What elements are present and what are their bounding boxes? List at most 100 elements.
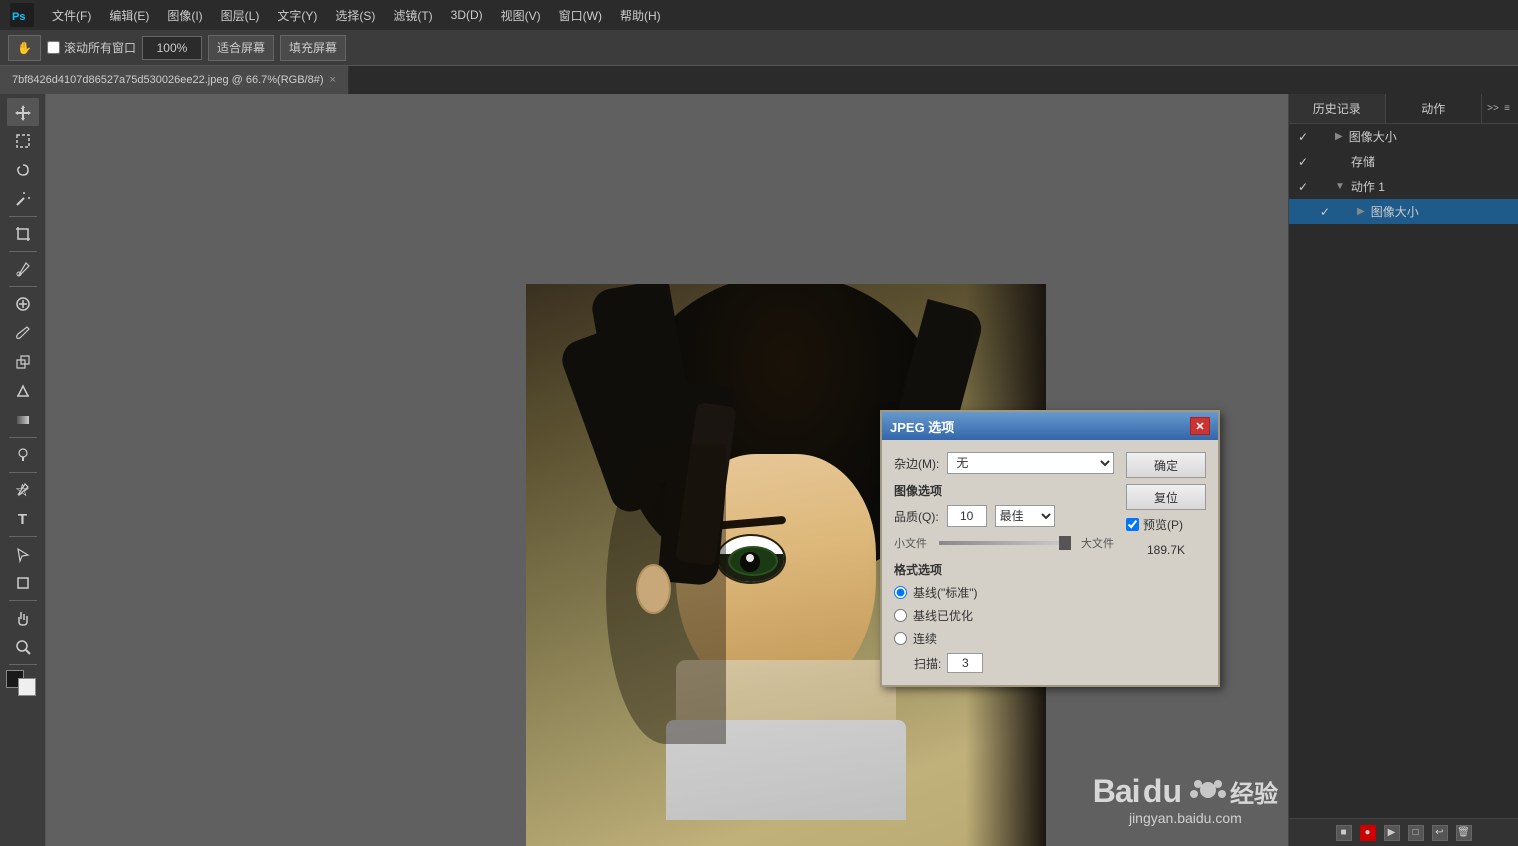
history-check-1: ✓ <box>1297 131 1309 143</box>
dialog-close-button[interactable]: ✕ <box>1190 417 1210 435</box>
history-label-3: 动作 1 <box>1351 178 1385 195</box>
fit-screen-button[interactable]: 适合屏幕 <box>208 35 274 61</box>
tool-separator-2 <box>9 251 37 252</box>
panel-menu-btn[interactable]: ≡ <box>1500 102 1514 116</box>
history-check-2: ✓ <box>1297 156 1309 168</box>
history-arrow-3: ▼ <box>1335 181 1345 192</box>
history-tab[interactable]: 历史记录 <box>1289 94 1386 123</box>
tab-bar: 7bf8426d4107d86527a75d530026ee22.jpeg @ … <box>0 66 1518 94</box>
scan-input[interactable] <box>947 653 983 673</box>
actions-tab[interactable]: 动作 <box>1386 94 1483 123</box>
menu-select[interactable]: 选择(S) <box>327 3 383 28</box>
quality-input[interactable] <box>947 505 987 527</box>
tool-separator-6 <box>9 536 37 537</box>
menu-3d[interactable]: 3D(D) <box>443 4 491 26</box>
ok-button[interactable]: 确定 <box>1126 452 1206 478</box>
tool-eraser[interactable] <box>7 377 39 405</box>
menu-window[interactable]: 窗口(W) <box>551 3 610 28</box>
document-tab[interactable]: 7bf8426d4107d86527a75d530026ee22.jpeg @ … <box>0 66 349 94</box>
tab-filename: 7bf8426d4107d86527a75d530026ee22.jpeg @ … <box>12 74 323 86</box>
image-options-title: 图像选项 <box>894 482 1114 499</box>
history-item-image-size-1[interactable]: ✓ ▶ 图像大小 <box>1289 124 1518 149</box>
radio-baseline-std-label: 基线("标准") <box>913 584 978 601</box>
tool-zoom[interactable] <box>7 633 39 661</box>
panel-expand-btn[interactable]: >> <box>1486 102 1500 116</box>
tool-path-select[interactable] <box>7 540 39 568</box>
preview-label: 预览(P) <box>1143 516 1183 533</box>
scroll-label: 滚动所有窗口 <box>64 39 136 56</box>
tool-brush[interactable] <box>7 319 39 347</box>
actions-footer: ■ ● ▶ □ ↩ 🗑 <box>1289 818 1518 846</box>
actions-play-btn[interactable]: ▶ <box>1384 825 1400 841</box>
actions-new-action-btn[interactable]: ↩ <box>1432 825 1448 841</box>
actions-record-btn[interactable]: ● <box>1360 825 1376 841</box>
dialog-right-panel: 确定 复位 预览(P) 189.7K <box>1126 452 1206 673</box>
tool-hand[interactable] <box>7 604 39 632</box>
tool-clone[interactable] <box>7 348 39 376</box>
radio-baseline-std[interactable] <box>894 586 907 599</box>
history-item-save[interactable]: ✓ 存储 <box>1289 149 1518 174</box>
zoom-level-display: 100% <box>142 36 202 60</box>
small-file-label: 小文件 <box>894 535 927 551</box>
menu-file[interactable]: 文件(F) <box>44 3 99 28</box>
toolbar-hand-icon[interactable]: ✋ <box>8 35 41 61</box>
color-boxes[interactable] <box>6 670 40 700</box>
menu-view[interactable]: 视图(V) <box>493 3 549 28</box>
format-options-title: 格式选项 <box>894 561 1114 578</box>
quality-slider-track[interactable] <box>939 541 1069 545</box>
radio-progressive[interactable] <box>894 632 907 645</box>
matte-select[interactable]: 无 <box>947 452 1114 474</box>
history-item-image-size-2[interactable]: ✓ ▶ 图像大小 <box>1289 199 1518 224</box>
file-size-display: 189.7K <box>1126 543 1206 557</box>
menu-bar: Ps 文件(F) 编辑(E) 图像(I) 图层(L) 文字(Y) 选择(S) 滤… <box>0 0 1518 30</box>
tool-text[interactable]: T <box>7 505 39 533</box>
menu-image[interactable]: 图像(I) <box>159 3 210 28</box>
quality-select[interactable]: 最佳 高 中 低 <box>995 505 1055 527</box>
tool-pen[interactable] <box>7 476 39 504</box>
scroll-all-windows-toggle[interactable]: 滚动所有窗口 <box>47 39 136 56</box>
tool-eyedropper[interactable] <box>7 255 39 283</box>
radio-baseline-opt[interactable] <box>894 609 907 622</box>
quality-label: 品质(Q): <box>894 508 939 525</box>
tool-magic-wand[interactable] <box>7 185 39 213</box>
menu-help[interactable]: 帮助(H) <box>612 3 669 28</box>
history-check-4: ✓ <box>1319 206 1331 218</box>
reset-button[interactable]: 复位 <box>1126 484 1206 510</box>
background-color[interactable] <box>18 678 36 696</box>
toolbar: ✋ 滚动所有窗口 100% 适合屏幕 填充屏幕 <box>0 30 1518 66</box>
actions-stop-btn[interactable]: ■ <box>1336 825 1352 841</box>
tool-healing[interactable] <box>7 290 39 318</box>
scroll-checkbox[interactable] <box>47 41 60 54</box>
history-label-4: 图像大小 <box>1371 203 1419 220</box>
app-logo: Ps <box>8 1 36 29</box>
tool-gradient[interactable] <box>7 406 39 434</box>
menu-filter[interactable]: 滤镜(T) <box>385 3 440 28</box>
preview-checkbox[interactable] <box>1126 518 1139 531</box>
history-item-action1[interactable]: ✓ ▼ 动作 1 <box>1289 174 1518 199</box>
tool-lasso[interactable] <box>7 156 39 184</box>
radio-baseline-std-row: 基线("标准") <box>894 584 1114 601</box>
menu-edit[interactable]: 编辑(E) <box>101 3 157 28</box>
tool-dodge[interactable] <box>7 441 39 469</box>
scan-row: 扫描: <box>914 653 1114 673</box>
tool-move[interactable] <box>7 98 39 126</box>
menu-text[interactable]: 文字(Y) <box>269 3 325 28</box>
history-label-1: 图像大小 <box>1349 128 1397 145</box>
quality-slider-thumb[interactable] <box>1059 536 1071 550</box>
menu-layer[interactable]: 图层(L) <box>213 3 268 28</box>
actions-new-set-btn[interactable]: □ <box>1408 825 1424 841</box>
tool-separator-4 <box>9 437 37 438</box>
tool-shape[interactable] <box>7 569 39 597</box>
tool-select-rect[interactable] <box>7 127 39 155</box>
tab-close-button[interactable]: × <box>329 74 335 86</box>
tool-separator-7 <box>9 600 37 601</box>
scan-label: 扫描: <box>914 655 941 672</box>
radio-baseline-opt-row: 基线已优化 <box>894 607 1114 624</box>
right-panel: 历史记录 动作 >> ≡ ✓ ▶ 图像大小 ✓ 存储 ✓ ▼ 动作 1 ✓ ▶ … <box>1288 94 1518 846</box>
tool-separator-5 <box>9 472 37 473</box>
actions-delete-btn[interactable]: 🗑 <box>1456 825 1472 841</box>
quality-row: 品质(Q): 最佳 高 中 低 <box>894 505 1114 527</box>
tool-crop[interactable] <box>7 220 39 248</box>
large-file-label: 大文件 <box>1081 535 1114 551</box>
fill-screen-button[interactable]: 填充屏幕 <box>280 35 346 61</box>
